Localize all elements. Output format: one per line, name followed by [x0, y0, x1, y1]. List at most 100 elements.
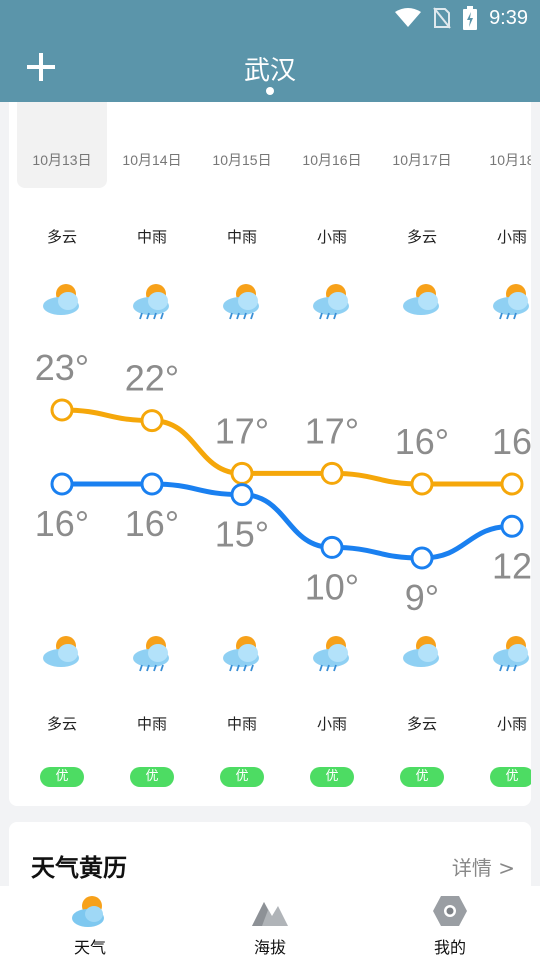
aqi-row: 优优优优优优	[9, 765, 531, 787]
night-condition: 小雨	[467, 713, 531, 734]
high-temp-label: 23°	[35, 347, 89, 388]
high-temp-label: 17°	[305, 410, 359, 451]
moderate-rain-icon	[223, 636, 259, 672]
date-label: 10月17日	[392, 152, 452, 168]
day-condition-label: 小雨	[316, 228, 347, 246]
app-header: 武汉	[0, 36, 540, 102]
moderate-rain-icon	[223, 284, 259, 320]
date-label: 10月18	[489, 152, 531, 168]
low-temp-label: 12	[492, 545, 531, 586]
night-condition-label: 小雨	[316, 715, 347, 733]
day-icon-cell	[467, 280, 531, 320]
low-temp-label: 15°	[215, 514, 269, 555]
settings-hex-icon	[433, 896, 467, 926]
tab-altitude-label: 海拔	[253, 938, 286, 957]
low-temp-line-point	[320, 535, 344, 559]
high-temp-line-point	[230, 461, 254, 485]
partly-cloudy-icon	[43, 284, 79, 315]
bottom-tab-bar: 天气 海拔 我的	[0, 886, 540, 960]
day-date: 10月18	[467, 150, 531, 170]
high-temp-label: 17°	[215, 410, 269, 451]
day-condition-label: 中雨	[226, 228, 257, 246]
day-icon-cell	[107, 280, 197, 320]
aqi-badge: 优	[490, 767, 531, 787]
high-temp-line-point	[140, 409, 164, 433]
low-temp-label: 16°	[125, 503, 179, 544]
aqi-cell: 优	[17, 765, 107, 787]
night-icon-cell	[107, 632, 197, 672]
day-condition: 小雨	[287, 226, 377, 247]
aqi-badge: 优	[400, 767, 444, 787]
night-condition-label: 小雨	[496, 715, 527, 733]
light-rain-icon	[493, 636, 529, 672]
night-icon-cell	[197, 632, 287, 672]
day-condition: 小雨	[467, 226, 531, 247]
day-condition-label: 多云	[46, 228, 77, 246]
night-icon-cell	[377, 632, 467, 672]
night-condition: 小雨	[287, 713, 377, 734]
day-condition-label: 多云	[406, 228, 437, 246]
high-temp-line-point	[50, 398, 74, 422]
day-icon-cell	[287, 280, 377, 320]
almanac-title: 天气黄历	[31, 854, 127, 882]
page-indicator-dot	[266, 87, 274, 95]
battery-charging-icon	[463, 6, 478, 30]
aqi-badge: 优	[130, 767, 174, 787]
day-date: 10月17日	[377, 150, 467, 170]
night-condition-label: 多云	[46, 715, 77, 733]
tab-weather[interactable]: 天气	[0, 886, 180, 960]
selected-day-highlight	[17, 102, 107, 188]
day-date: 10月14日	[107, 150, 197, 170]
mountain-icon	[252, 902, 288, 926]
aqi-badge: 优	[40, 767, 84, 787]
light-rain-icon	[493, 284, 529, 320]
tab-mine[interactable]: 我的	[360, 886, 540, 960]
aqi-cell: 优	[287, 765, 377, 787]
low-temp-label: 10°	[305, 566, 359, 607]
night-icon-cell	[287, 632, 377, 672]
almanac-details-link[interactable]: 详情 >	[452, 852, 515, 881]
aqi-cell: 优	[467, 765, 531, 787]
day-icon-row	[9, 280, 531, 320]
day-icon-cell	[17, 280, 107, 320]
high-temp-line-point	[500, 472, 524, 496]
clock: 9:39	[489, 6, 528, 29]
night-icon-cell	[467, 632, 531, 672]
low-temp-line-point	[500, 514, 524, 538]
night-condition-label: 多云	[406, 715, 437, 733]
tab-mine-label: 我的	[433, 938, 466, 957]
day-icon-cell	[197, 280, 287, 320]
low-temp-label: 16°	[35, 503, 89, 544]
date-label: 10月14日	[122, 152, 182, 168]
night-condition-label: 中雨	[136, 715, 167, 733]
day-date: 10月13日	[17, 150, 107, 170]
night-icon-cell	[17, 632, 107, 672]
date-label: 10月13日	[32, 152, 92, 168]
aqi-cell: 优	[107, 765, 197, 787]
low-temp-line-point	[50, 472, 74, 496]
forecast-card[interactable]: 10月13日 10月14日 10月15日 10月16日 10月17日 10月18 多云 中雨…	[9, 102, 531, 806]
tab-weather-label: 天气	[73, 938, 106, 957]
status-icons: 9:39	[395, 6, 528, 30]
date-row: 10月13日 10月14日 10月15日 10月16日 10月17日 10月18	[9, 150, 531, 170]
light-rain-icon	[313, 284, 349, 320]
city-title[interactable]: 武汉	[0, 50, 540, 87]
partly-cloudy-icon	[403, 284, 439, 315]
day-condition-label: 中雨	[136, 228, 167, 246]
moderate-rain-icon	[133, 284, 169, 320]
day-condition-row: 多云 中雨 中雨 小雨 多云 小雨	[9, 226, 531, 247]
day-condition: 中雨	[197, 226, 287, 247]
day-icon-cell	[377, 280, 467, 320]
high-temp-label: 22°	[125, 358, 179, 399]
status-bar: 9:39	[0, 0, 540, 36]
low-temp-label: 9°	[405, 577, 439, 618]
partly-cloudy-icon	[403, 636, 439, 667]
high-temp-line-point	[410, 472, 434, 496]
date-label: 10月16日	[302, 152, 362, 168]
tab-altitude[interactable]: 海拔	[180, 886, 360, 960]
day-condition: 多云	[17, 226, 107, 247]
night-condition: 多云	[17, 713, 107, 734]
day-date: 10月16日	[287, 150, 377, 170]
low-temp-line-point	[140, 472, 164, 496]
light-rain-icon	[313, 636, 349, 672]
